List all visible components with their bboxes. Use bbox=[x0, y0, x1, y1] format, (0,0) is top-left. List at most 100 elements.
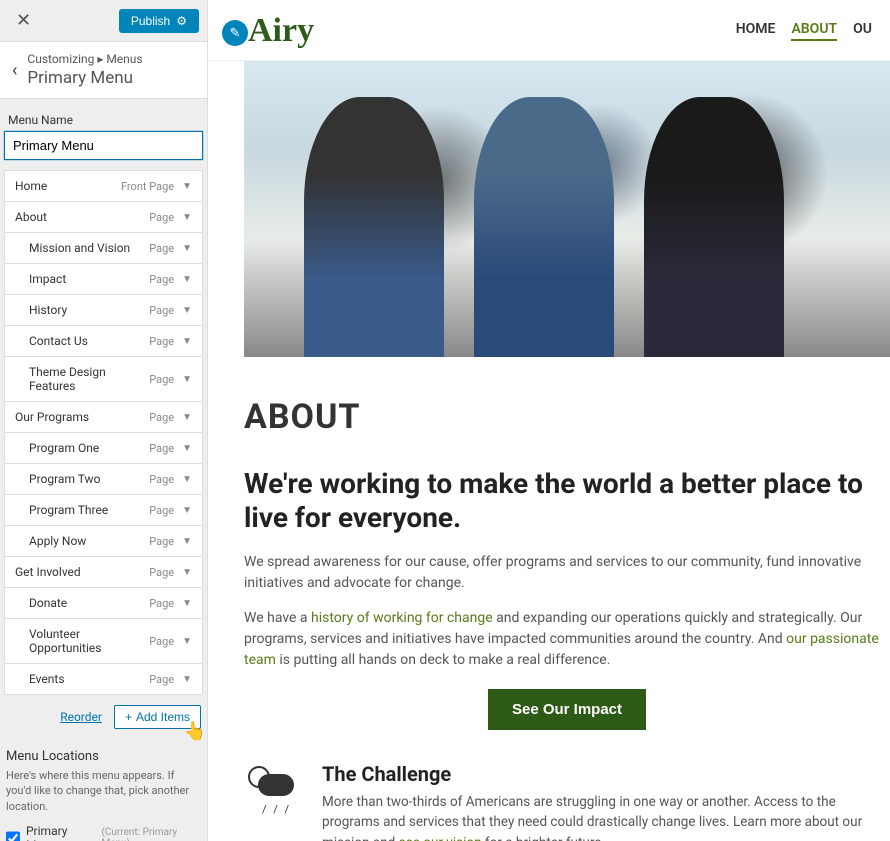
menu-item[interactable]: Apply NowPage ▼ bbox=[4, 525, 203, 556]
menu-item[interactable]: Theme Design FeaturesPage ▼ bbox=[4, 356, 203, 401]
menu-item-label: Impact bbox=[29, 272, 149, 286]
weather-icon: / / / bbox=[244, 762, 304, 822]
menu-item[interactable]: Program TwoPage ▼ bbox=[4, 463, 203, 494]
menu-item-type: Page bbox=[149, 673, 174, 686]
history-link[interactable]: history of working for change bbox=[311, 610, 493, 626]
menu-item-type: Front Page bbox=[121, 180, 174, 193]
reorder-link[interactable]: Reorder bbox=[60, 710, 102, 724]
menu-locations-desc: Here's where this menu appears. If you'd… bbox=[6, 768, 201, 814]
menu-item-type: Page bbox=[149, 473, 174, 486]
menu-name-input[interactable] bbox=[4, 131, 203, 160]
location-primary-checkbox[interactable]: Primary Menu (Current: Primary Menu) bbox=[6, 824, 201, 841]
menu-item[interactable]: Volunteer OpportunitiesPage ▼ bbox=[4, 618, 203, 663]
customizer-sidebar: ✕ Publish ⚙ ‹ Customizing ▸ Menus Primar… bbox=[0, 0, 208, 841]
chevron-down-icon[interactable]: ▼ bbox=[182, 274, 192, 285]
menu-item-label: Mission and Vision bbox=[29, 241, 149, 255]
chevron-down-icon[interactable]: ▼ bbox=[182, 474, 192, 485]
cursor-hand-icon: 👆 bbox=[184, 721, 206, 742]
challenge-text: More than two-thirds of Americans are st… bbox=[322, 792, 890, 841]
sidebar-header: ✕ Publish ⚙ bbox=[0, 0, 207, 42]
edit-shortcut-icon[interactable]: ✎ bbox=[222, 20, 248, 46]
menu-item-type: Page bbox=[149, 411, 174, 424]
chevron-down-icon[interactable]: ▼ bbox=[182, 305, 192, 316]
challenge-section: / / / The Challenge More than two-thirds… bbox=[244, 762, 890, 841]
chevron-down-icon[interactable]: ▼ bbox=[182, 598, 192, 609]
menu-items-list: HomeFront Page▼AboutPage▼Mission and Vis… bbox=[4, 170, 203, 695]
menu-item-type: Page bbox=[149, 211, 174, 224]
breadcrumb: ‹ Customizing ▸ Menus Primary Menu bbox=[0, 42, 207, 99]
chevron-down-icon[interactable]: ▼ bbox=[182, 336, 192, 347]
plus-icon: + bbox=[125, 710, 132, 724]
chevron-down-icon[interactable]: ▼ bbox=[182, 567, 192, 578]
menu-item-label: Home bbox=[15, 179, 121, 193]
back-chevron-icon[interactable]: ‹ bbox=[12, 60, 27, 81]
chevron-down-icon[interactable]: ▼ bbox=[182, 243, 192, 254]
menu-item-type: Page bbox=[149, 535, 174, 548]
chevron-down-icon[interactable]: ▼ bbox=[182, 443, 192, 454]
menu-item[interactable]: Get InvolvedPage ▼ bbox=[4, 556, 203, 587]
menu-item-type: Page bbox=[149, 597, 174, 610]
menu-item[interactable]: Program OnePage ▼ bbox=[4, 432, 203, 463]
menu-item-type: Page bbox=[149, 566, 174, 579]
menu-item-label: History bbox=[29, 303, 149, 317]
add-items-button[interactable]: + Add Items 👆 bbox=[114, 705, 201, 729]
add-items-label: Add Items bbox=[136, 710, 190, 724]
location-primary-hint: (Current: Primary Menu) bbox=[101, 827, 201, 841]
checkbox-primary[interactable] bbox=[6, 831, 20, 841]
menu-item-label: Get Involved bbox=[15, 565, 149, 579]
page-heading: ABOUT bbox=[244, 397, 890, 437]
menu-item-label: Program Two bbox=[29, 472, 149, 486]
hero-image bbox=[244, 61, 890, 357]
menu-item[interactable]: DonatePage▼ bbox=[4, 587, 203, 618]
menu-item[interactable]: AboutPage ▼ bbox=[4, 201, 203, 232]
publish-button[interactable]: Publish ⚙ bbox=[119, 9, 199, 33]
logo-text: Airy bbox=[248, 12, 314, 50]
cta-impact-button[interactable]: See Our Impact bbox=[488, 689, 646, 730]
chevron-down-icon[interactable]: ▼ bbox=[182, 181, 192, 192]
challenge-title: The Challenge bbox=[322, 762, 890, 786]
menu-item-label: Events bbox=[29, 672, 149, 686]
menu-item-type: Page bbox=[149, 335, 174, 348]
chevron-down-icon[interactable]: ▼ bbox=[182, 412, 192, 423]
menu-item-type: Page bbox=[149, 273, 174, 286]
menu-item[interactable]: Program ThreePage▼ bbox=[4, 494, 203, 525]
site-logo[interactable]: Airy bbox=[248, 12, 314, 50]
panel-body[interactable]: Menu Name HomeFront Page▼AboutPage▼Missi… bbox=[0, 99, 207, 841]
chevron-down-icon[interactable]: ▼ bbox=[182, 674, 192, 685]
menu-item-label: Theme Design Features bbox=[29, 365, 149, 393]
chevron-down-icon[interactable]: ▼ bbox=[182, 505, 192, 516]
chevron-down-icon[interactable]: ▼ bbox=[182, 212, 192, 223]
location-primary-label: Primary Menu bbox=[26, 824, 95, 841]
menu-item-label: Program One bbox=[29, 441, 149, 455]
menu-item[interactable]: HistoryPage ▼ bbox=[4, 294, 203, 325]
menu-item-label: Apply Now bbox=[29, 534, 149, 548]
menu-item-label: About bbox=[15, 210, 149, 224]
close-icon[interactable]: ✕ bbox=[8, 6, 39, 35]
menu-item[interactable]: HomeFront Page ▼ bbox=[4, 170, 203, 201]
menu-item[interactable]: ImpactPage ▼ bbox=[4, 263, 203, 294]
breadcrumb-title: Primary Menu bbox=[27, 68, 195, 88]
publish-label: Publish bbox=[131, 14, 170, 28]
nav-ou[interactable]: OU bbox=[853, 21, 872, 41]
menu-item[interactable]: Our ProgramsPage ▼ bbox=[4, 401, 203, 432]
chevron-down-icon[interactable]: ▼ bbox=[182, 536, 192, 547]
menu-item-type: Page bbox=[149, 304, 174, 317]
chevron-down-icon[interactable]: ▼ bbox=[182, 374, 192, 385]
menu-item[interactable]: Contact UsPage▼ bbox=[4, 325, 203, 356]
menu-item-label: Program Three bbox=[29, 503, 149, 517]
site-preview: ✎ Airy HOME ABOUT OU ABOUT We're working… bbox=[208, 0, 890, 841]
menu-item-type: Page bbox=[149, 635, 174, 648]
menu-item-type: Page bbox=[149, 442, 174, 455]
chevron-down-icon[interactable]: ▼ bbox=[182, 636, 192, 647]
nav-about[interactable]: ABOUT bbox=[791, 21, 837, 41]
menu-item[interactable]: EventsPage ▼ bbox=[4, 663, 203, 695]
page-subhead: We're working to make the world a better… bbox=[244, 467, 890, 534]
intro-para-2: We have a history of working for change … bbox=[244, 608, 890, 671]
menu-item-type: Page bbox=[149, 373, 174, 386]
nav-home[interactable]: HOME bbox=[736, 21, 776, 41]
vision-link[interactable]: see our vision bbox=[399, 835, 482, 841]
menu-item[interactable]: Mission and VisionPage▼ bbox=[4, 232, 203, 263]
menu-item-label: Volunteer Opportunities bbox=[29, 627, 149, 655]
menu-item-label: Our Programs bbox=[15, 410, 149, 424]
intro-para-1: We spread awareness for our cause, offer… bbox=[244, 552, 890, 594]
